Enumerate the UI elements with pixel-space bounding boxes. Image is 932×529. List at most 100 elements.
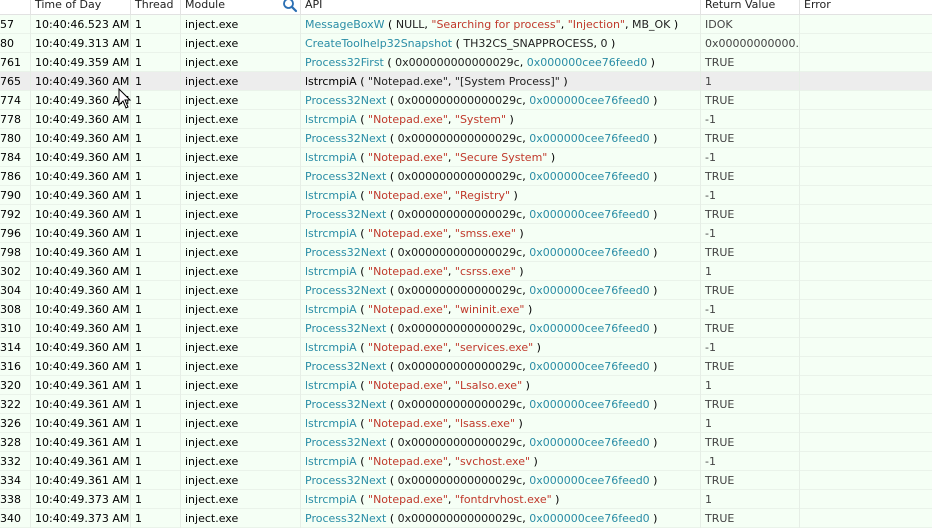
row-error	[800, 91, 932, 110]
api-function-name[interactable]: MessageBoxW	[305, 18, 385, 31]
api-argument: "Notepad.exe"	[368, 303, 448, 316]
row-index: 322	[0, 395, 31, 414]
api-argument: 0x000000000000029c	[397, 322, 523, 335]
table-row[interactable]: 328 10:40:49.361 AM 1 inject.exe Process32Ne…	[0, 433, 932, 452]
row-index: 798	[0, 243, 31, 262]
api-function-name[interactable]: Process32Next	[305, 512, 386, 525]
api-argument: 0x000000000000029c	[397, 246, 523, 259]
api-function-name[interactable]: Process32Next	[305, 208, 386, 221]
row-error	[800, 148, 932, 167]
api-function-name[interactable]: lstrcmpiA	[305, 189, 357, 202]
row-thread: 1	[131, 414, 181, 433]
api-function-name[interactable]: lstrcmpiA	[305, 493, 357, 506]
api-punctuation: ,	[447, 227, 455, 240]
row-module: inject.exe	[181, 357, 301, 376]
api-function-name[interactable]: Process32First	[305, 56, 384, 69]
row-time: 10:40:49.360 AM	[31, 281, 131, 300]
table-row[interactable]: 304 10:40:49.360 AM 1 inject.exe Process32Ne…	[0, 281, 932, 300]
table-row[interactable]: 322 10:40:49.361 AM 1 inject.exe Process32Ne…	[0, 395, 932, 414]
row-time: 10:40:49.360 AM	[31, 262, 131, 281]
search-icon[interactable]	[281, 0, 299, 14]
table-row[interactable]: 302 10:40:49.360 AM 1 inject.exe lstrcmpiA (…	[0, 262, 932, 281]
table-row[interactable]: 765 10:40:49.360 AM 1 inject.exe lstrcmpiA (…	[0, 72, 932, 91]
table-row[interactable]: 326 10:40:49.361 AM 1 inject.exe lstrcmpiA (…	[0, 414, 932, 433]
table-row[interactable]: 774 10:40:49.360 AM 1 inject.exe Process32Ne…	[0, 91, 932, 110]
row-index: 334	[0, 471, 31, 490]
row-index: 320	[0, 376, 31, 395]
api-function-name[interactable]: Process32Next	[305, 436, 386, 449]
row-time: 10:40:49.373 AM	[31, 509, 131, 528]
row-api: Process32Next ( 0x000000000000029c, 0x00…	[301, 433, 701, 452]
table-row[interactable]: 308 10:40:49.360 AM 1 inject.exe lstrcmpiA (…	[0, 300, 932, 319]
api-punctuation: (	[356, 341, 369, 354]
row-error	[800, 34, 932, 53]
api-function-name[interactable]: lstrcmpiA	[305, 227, 357, 240]
api-function-name[interactable]: lstrcmpiA	[305, 265, 357, 278]
table-row[interactable]: 314 10:40:49.360 AM 1 inject.exe lstrcmpiA (…	[0, 338, 932, 357]
column-header-api[interactable]: API	[301, 0, 701, 14]
table-row[interactable]: 340 10:40:49.373 AM 1 inject.exe Process32Ne…	[0, 509, 932, 528]
row-api: lstrcmpiA ( "Notepad.exe", "[System Proc…	[301, 72, 701, 91]
table-row[interactable]: 80 10:40:49.313 AM 1 inject.exe CreateToolhe…	[0, 34, 932, 53]
api-function-name[interactable]: Process32Next	[305, 246, 386, 259]
api-argument: NULL	[395, 18, 425, 31]
api-function-name[interactable]: Process32Next	[305, 474, 386, 487]
api-argument: 0x000000000000029c	[397, 512, 523, 525]
api-function-name[interactable]: lstrcmpiA	[305, 303, 357, 316]
row-api: Process32Next ( 0x000000000000029c, 0x00…	[301, 319, 701, 338]
column-header-thread[interactable]: Thread	[131, 0, 181, 14]
api-function-name[interactable]: lstrcmpiA	[305, 379, 357, 392]
api-function-name[interactable]: CreateToolhelp32Snapshot	[305, 37, 452, 50]
api-function-name[interactable]: lstrcmpiA	[305, 417, 357, 430]
table-row[interactable]: 57 10:40:46.523 AM 1 inject.exe MessageBoxW …	[0, 15, 932, 34]
table-row[interactable]: 798 10:40:49.360 AM 1 inject.exe Process32Ne…	[0, 243, 932, 262]
column-header-time[interactable]: Time of Day	[31, 0, 131, 14]
row-api: Process32Next ( 0x000000000000029c, 0x00…	[301, 129, 701, 148]
table-row[interactable]: 792 10:40:49.360 AM 1 inject.exe Process32Ne…	[0, 205, 932, 224]
api-function-name[interactable]: lstrcmpiA	[305, 151, 357, 164]
api-function-name[interactable]: lstrcmpiA	[305, 455, 357, 468]
table-row[interactable]: 334 10:40:49.361 AM 1 inject.exe Process32Ne…	[0, 471, 932, 490]
api-punctuation: (	[356, 151, 369, 164]
api-function-name[interactable]: Process32Next	[305, 284, 386, 297]
row-index: 316	[0, 357, 31, 376]
table-row[interactable]: 316 10:40:49.360 AM 1 inject.exe Process32Ne…	[0, 357, 932, 376]
column-header-return-value[interactable]: Return Value	[701, 0, 800, 14]
column-header-index[interactable]	[0, 0, 31, 14]
row-return-value: -1	[701, 224, 800, 243]
api-function-name[interactable]: lstrcmpiA	[305, 75, 357, 88]
api-punctuation: (	[386, 208, 398, 221]
api-function-name[interactable]: Process32Next	[305, 360, 386, 373]
api-punctuation: ,	[447, 303, 455, 316]
api-punctuation: (	[386, 284, 398, 297]
row-thread: 1	[131, 452, 181, 471]
row-error	[800, 319, 932, 338]
row-index: 765	[0, 72, 31, 91]
api-punctuation: ,	[447, 75, 455, 88]
table-row[interactable]: 338 10:40:49.373 AM 1 inject.exe lstrcmpiA (…	[0, 490, 932, 509]
api-function-name[interactable]: Process32Next	[305, 132, 386, 145]
row-return-value: TRUE	[701, 53, 800, 72]
api-punctuation: (	[386, 360, 398, 373]
table-row[interactable]: 784 10:40:49.360 AM 1 inject.exe lstrcmpiA (…	[0, 148, 932, 167]
table-row[interactable]: 332 10:40:49.361 AM 1 inject.exe lstrcmpiA (…	[0, 452, 932, 471]
api-function-name[interactable]: Process32Next	[305, 398, 386, 411]
api-function-name[interactable]: lstrcmpiA	[305, 113, 357, 126]
table-row[interactable]: 780 10:40:49.360 AM 1 inject.exe Process32Ne…	[0, 129, 932, 148]
table-row[interactable]: 778 10:40:49.360 AM 1 inject.exe lstrcmpiA (…	[0, 110, 932, 129]
row-error	[800, 300, 932, 319]
table-row[interactable]: 796 10:40:49.360 AM 1 inject.exe lstrcmpiA (…	[0, 224, 932, 243]
column-header-error[interactable]: Error	[800, 0, 932, 14]
table-row[interactable]: 761 10:40:49.359 AM 1 inject.exe Process32Fi…	[0, 53, 932, 72]
table-row[interactable]: 320 10:40:49.361 AM 1 inject.exe lstrcmpiA (…	[0, 376, 932, 395]
api-punctuation: ,	[447, 455, 455, 468]
api-function-name[interactable]: Process32Next	[305, 170, 386, 183]
row-thread: 1	[131, 110, 181, 129]
api-function-name[interactable]: Process32Next	[305, 322, 386, 335]
api-function-name[interactable]: Process32Next	[305, 94, 386, 107]
api-function-name[interactable]: lstrcmpiA	[305, 341, 357, 354]
table-row[interactable]: 786 10:40:49.360 AM 1 inject.exe Process32Ne…	[0, 167, 932, 186]
row-thread: 1	[131, 281, 181, 300]
table-row[interactable]: 310 10:40:49.360 AM 1 inject.exe Process32Ne…	[0, 319, 932, 338]
table-row[interactable]: 790 10:40:49.360 AM 1 inject.exe lstrcmpiA (…	[0, 186, 932, 205]
